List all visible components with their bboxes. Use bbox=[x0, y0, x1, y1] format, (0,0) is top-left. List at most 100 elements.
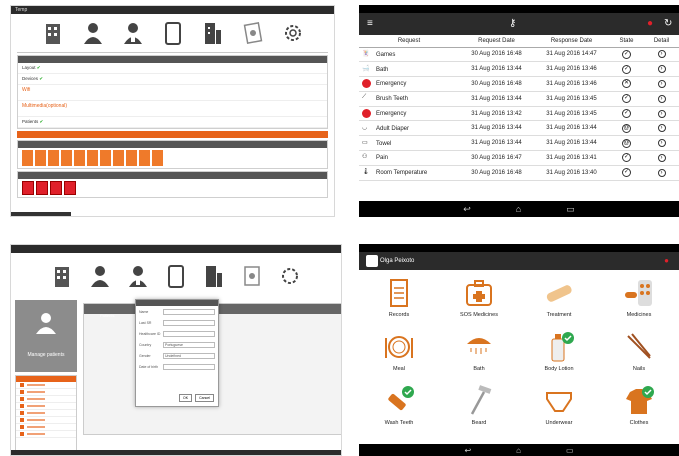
room-icon[interactable] bbox=[203, 263, 225, 289]
detail-arrow-icon[interactable]: › bbox=[657, 65, 666, 74]
patient-icon[interactable] bbox=[89, 263, 111, 289]
table-row[interactable]: ⟋ Brush Teeth 31 Aug 2016 13:44 31 Aug 2016… bbox=[359, 91, 679, 107]
step-layout[interactable]: Layout ✔ bbox=[18, 63, 327, 74]
table-row[interactable]: ⚇ Pain 30 Aug 2016 16:47 31 Aug 2016 13:41 ✓… bbox=[359, 150, 679, 166]
detail-arrow-icon[interactable]: › bbox=[657, 109, 666, 118]
request-tile[interactable] bbox=[152, 150, 163, 166]
alert-tile[interactable] bbox=[50, 181, 62, 195]
detail-arrow-icon[interactable]: › bbox=[657, 124, 666, 133]
list-item[interactable] bbox=[16, 403, 76, 410]
list-item[interactable] bbox=[16, 389, 76, 396]
recent-apps-icon[interactable]: ▭ bbox=[566, 446, 574, 455]
tile-label: Clothes bbox=[629, 420, 649, 426]
patient-icon[interactable] bbox=[82, 20, 104, 46]
detail-arrow-icon[interactable]: › bbox=[657, 153, 666, 162]
list-item[interactable] bbox=[16, 424, 76, 431]
alert-tile[interactable] bbox=[64, 181, 76, 195]
table-row[interactable]: 🛁 Bath 31 Aug 2016 13:44 31 Aug 2016 13:46 ✓… bbox=[359, 61, 679, 78]
list-item[interactable] bbox=[16, 396, 76, 403]
detail-arrow-icon[interactable]: › bbox=[657, 139, 666, 148]
last-sr-input[interactable] bbox=[163, 319, 215, 326]
step-patients[interactable]: Patients ✔ bbox=[18, 117, 327, 128]
gender-select[interactable]: Undefined bbox=[163, 352, 215, 359]
tile-nails[interactable]: Nails bbox=[599, 330, 679, 384]
detail-arrow-icon[interactable]: › bbox=[657, 94, 666, 103]
tile-underwear[interactable]: Underwear bbox=[519, 384, 599, 438]
tile-meal[interactable]: Meal bbox=[359, 330, 439, 384]
tile-medicines[interactable]: Medicines bbox=[599, 276, 679, 330]
alert-bell-icon[interactable]: ● bbox=[664, 256, 669, 265]
panel-header bbox=[18, 172, 327, 179]
request-tile[interactable] bbox=[74, 150, 85, 166]
table-row[interactable]: 🃏 Games 30 Aug 2016 16:48 31 Aug 2016 14:47… bbox=[359, 47, 679, 63]
tile-wash-teeth[interactable]: Wash Teeth bbox=[359, 384, 439, 438]
tile-sos-medicines[interactable]: SOS Medicines bbox=[439, 276, 519, 330]
building-icon[interactable] bbox=[42, 20, 64, 46]
home-icon[interactable]: ⌂ bbox=[516, 446, 521, 455]
alert-tile[interactable] bbox=[36, 181, 48, 195]
back-icon[interactable]: ↩ bbox=[463, 204, 471, 215]
name-input[interactable] bbox=[163, 308, 215, 315]
requests-table: Request Request Date Response Date State… bbox=[359, 35, 679, 181]
room-icon[interactable] bbox=[202, 20, 224, 46]
list-item[interactable] bbox=[16, 410, 76, 417]
patients-list bbox=[15, 375, 77, 451]
alert-bell-icon[interactable]: ● bbox=[647, 18, 653, 29]
home-icon[interactable]: ⌂ bbox=[516, 204, 521, 214]
detail-arrow-icon[interactable]: › bbox=[657, 168, 666, 177]
table-row[interactable]: ▭ Towel 31 Aug 2016 13:44 31 Aug 2016 13:44… bbox=[359, 135, 679, 152]
settings-gear-icon[interactable] bbox=[282, 20, 304, 46]
alert-tile[interactable] bbox=[22, 181, 34, 195]
caregiver-icon[interactable] bbox=[122, 20, 144, 46]
request-tile[interactable] bbox=[113, 150, 124, 166]
table-row[interactable]: ◡ Adult Diaper 31 Aug 2016 13:44 31 Aug 201… bbox=[359, 120, 679, 137]
table-row[interactable]: 🌡 Room Temperature 30 Aug 2016 16:48 31 Aug… bbox=[359, 165, 679, 181]
detail-arrow-icon[interactable]: › bbox=[657, 79, 666, 88]
country-select[interactable]: Portuguese bbox=[163, 341, 215, 348]
step-multimedia[interactable]: Multimedia(optional) bbox=[18, 101, 327, 117]
manage-patients-card[interactable]: Manage patients bbox=[15, 300, 77, 372]
tile-label: Body Lotion bbox=[544, 366, 574, 372]
ok-button[interactable]: OK bbox=[179, 394, 193, 402]
tile-beard[interactable]: Beard bbox=[439, 384, 519, 438]
tile-records[interactable]: Records bbox=[359, 276, 439, 330]
request-tile[interactable] bbox=[61, 150, 72, 166]
request-tile[interactable] bbox=[126, 150, 137, 166]
step-devices[interactable]: Devices ✔ bbox=[18, 74, 327, 85]
cancel-button[interactable]: Cancel bbox=[195, 394, 214, 402]
key-icon[interactable]: ⚷ bbox=[509, 18, 516, 29]
tile-bath[interactable]: Bath bbox=[439, 330, 519, 384]
request-tile[interactable] bbox=[48, 150, 59, 166]
request-tile[interactable] bbox=[87, 150, 98, 166]
tablet-icon[interactable] bbox=[162, 20, 184, 46]
tablet-icon[interactable] bbox=[165, 263, 187, 289]
healthcare-id-input[interactable] bbox=[163, 330, 215, 337]
tile-clothes[interactable]: Clothes bbox=[599, 384, 679, 438]
list-item[interactable] bbox=[16, 417, 76, 424]
birthdate-input[interactable] bbox=[163, 363, 215, 370]
table-row[interactable]: Emergency 31 Aug 2016 13:42 31 Aug 2016 13… bbox=[359, 106, 679, 122]
request-tile[interactable] bbox=[139, 150, 150, 166]
multimedia-icon[interactable] bbox=[242, 20, 264, 46]
table-row[interactable]: Emergency 30 Aug 2016 16:48 31 Aug 2016 13… bbox=[359, 76, 679, 92]
caregiver-icon[interactable] bbox=[127, 263, 149, 289]
tile-treatment[interactable]: Treatment bbox=[519, 276, 599, 330]
check-circle-icon: ✓ bbox=[622, 168, 631, 178]
settings-gear-icon[interactable] bbox=[279, 263, 301, 289]
refresh-icon[interactable]: ↻ bbox=[664, 18, 672, 29]
multimedia-icon[interactable] bbox=[241, 263, 263, 289]
list-item[interactable] bbox=[16, 431, 76, 438]
tile-body-lotion[interactable]: Body Lotion bbox=[519, 330, 599, 384]
request-tile[interactable] bbox=[35, 150, 46, 166]
column-header: Response Date bbox=[534, 35, 609, 48]
recent-apps-icon[interactable]: ▭ bbox=[566, 204, 575, 215]
request-tile[interactable] bbox=[100, 150, 111, 166]
request-tile[interactable] bbox=[22, 150, 33, 166]
list-item[interactable] bbox=[16, 382, 76, 389]
step-wifi[interactable]: Wifi bbox=[18, 85, 327, 101]
hamburger-menu-icon[interactable]: ≡ bbox=[367, 18, 373, 29]
building-icon[interactable] bbox=[51, 263, 73, 289]
detail-arrow-icon[interactable]: › bbox=[657, 50, 666, 59]
back-icon[interactable]: ↩ bbox=[464, 446, 471, 455]
check-icon: ✔ bbox=[39, 76, 44, 81]
